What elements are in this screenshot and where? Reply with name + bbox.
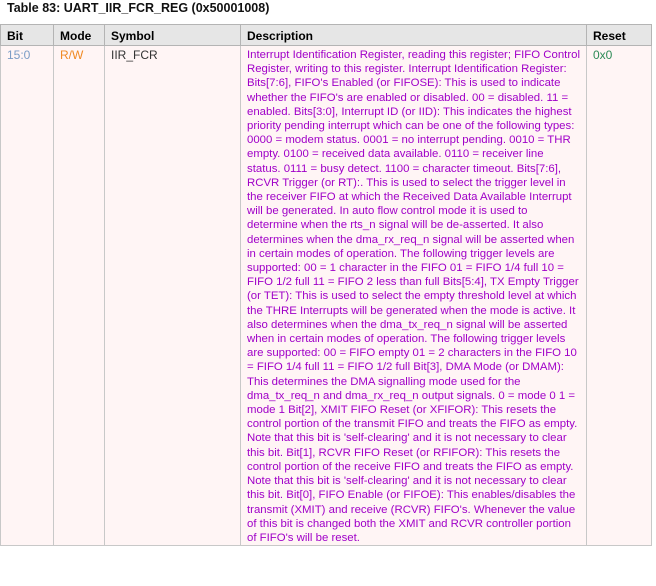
column-header-mode: Mode xyxy=(53,24,105,46)
bit-range-cell: 15:0 xyxy=(0,44,54,547)
table-header-row: Bit Mode Symbol Description Reset xyxy=(0,24,652,46)
description-cell: Interrupt Identification Register, readi… xyxy=(240,44,587,547)
table-caption: Table 83: UART_IIR_FCR_REG (0x50001008) xyxy=(7,1,270,15)
reset-value-cell: 0x0 xyxy=(586,44,652,547)
column-header-symbol: Symbol xyxy=(104,24,241,46)
register-table: Bit Mode Symbol Description Reset 15:0 R… xyxy=(0,24,652,547)
column-header-bit: Bit xyxy=(0,24,54,46)
table-row: 15:0 R/W IIR_FCR Interrupt Identificatio… xyxy=(0,44,652,547)
column-header-reset: Reset xyxy=(586,24,652,46)
symbol-cell: IIR_FCR xyxy=(104,44,241,547)
column-header-description: Description xyxy=(240,24,587,46)
mode-cell: R/W xyxy=(53,44,105,547)
